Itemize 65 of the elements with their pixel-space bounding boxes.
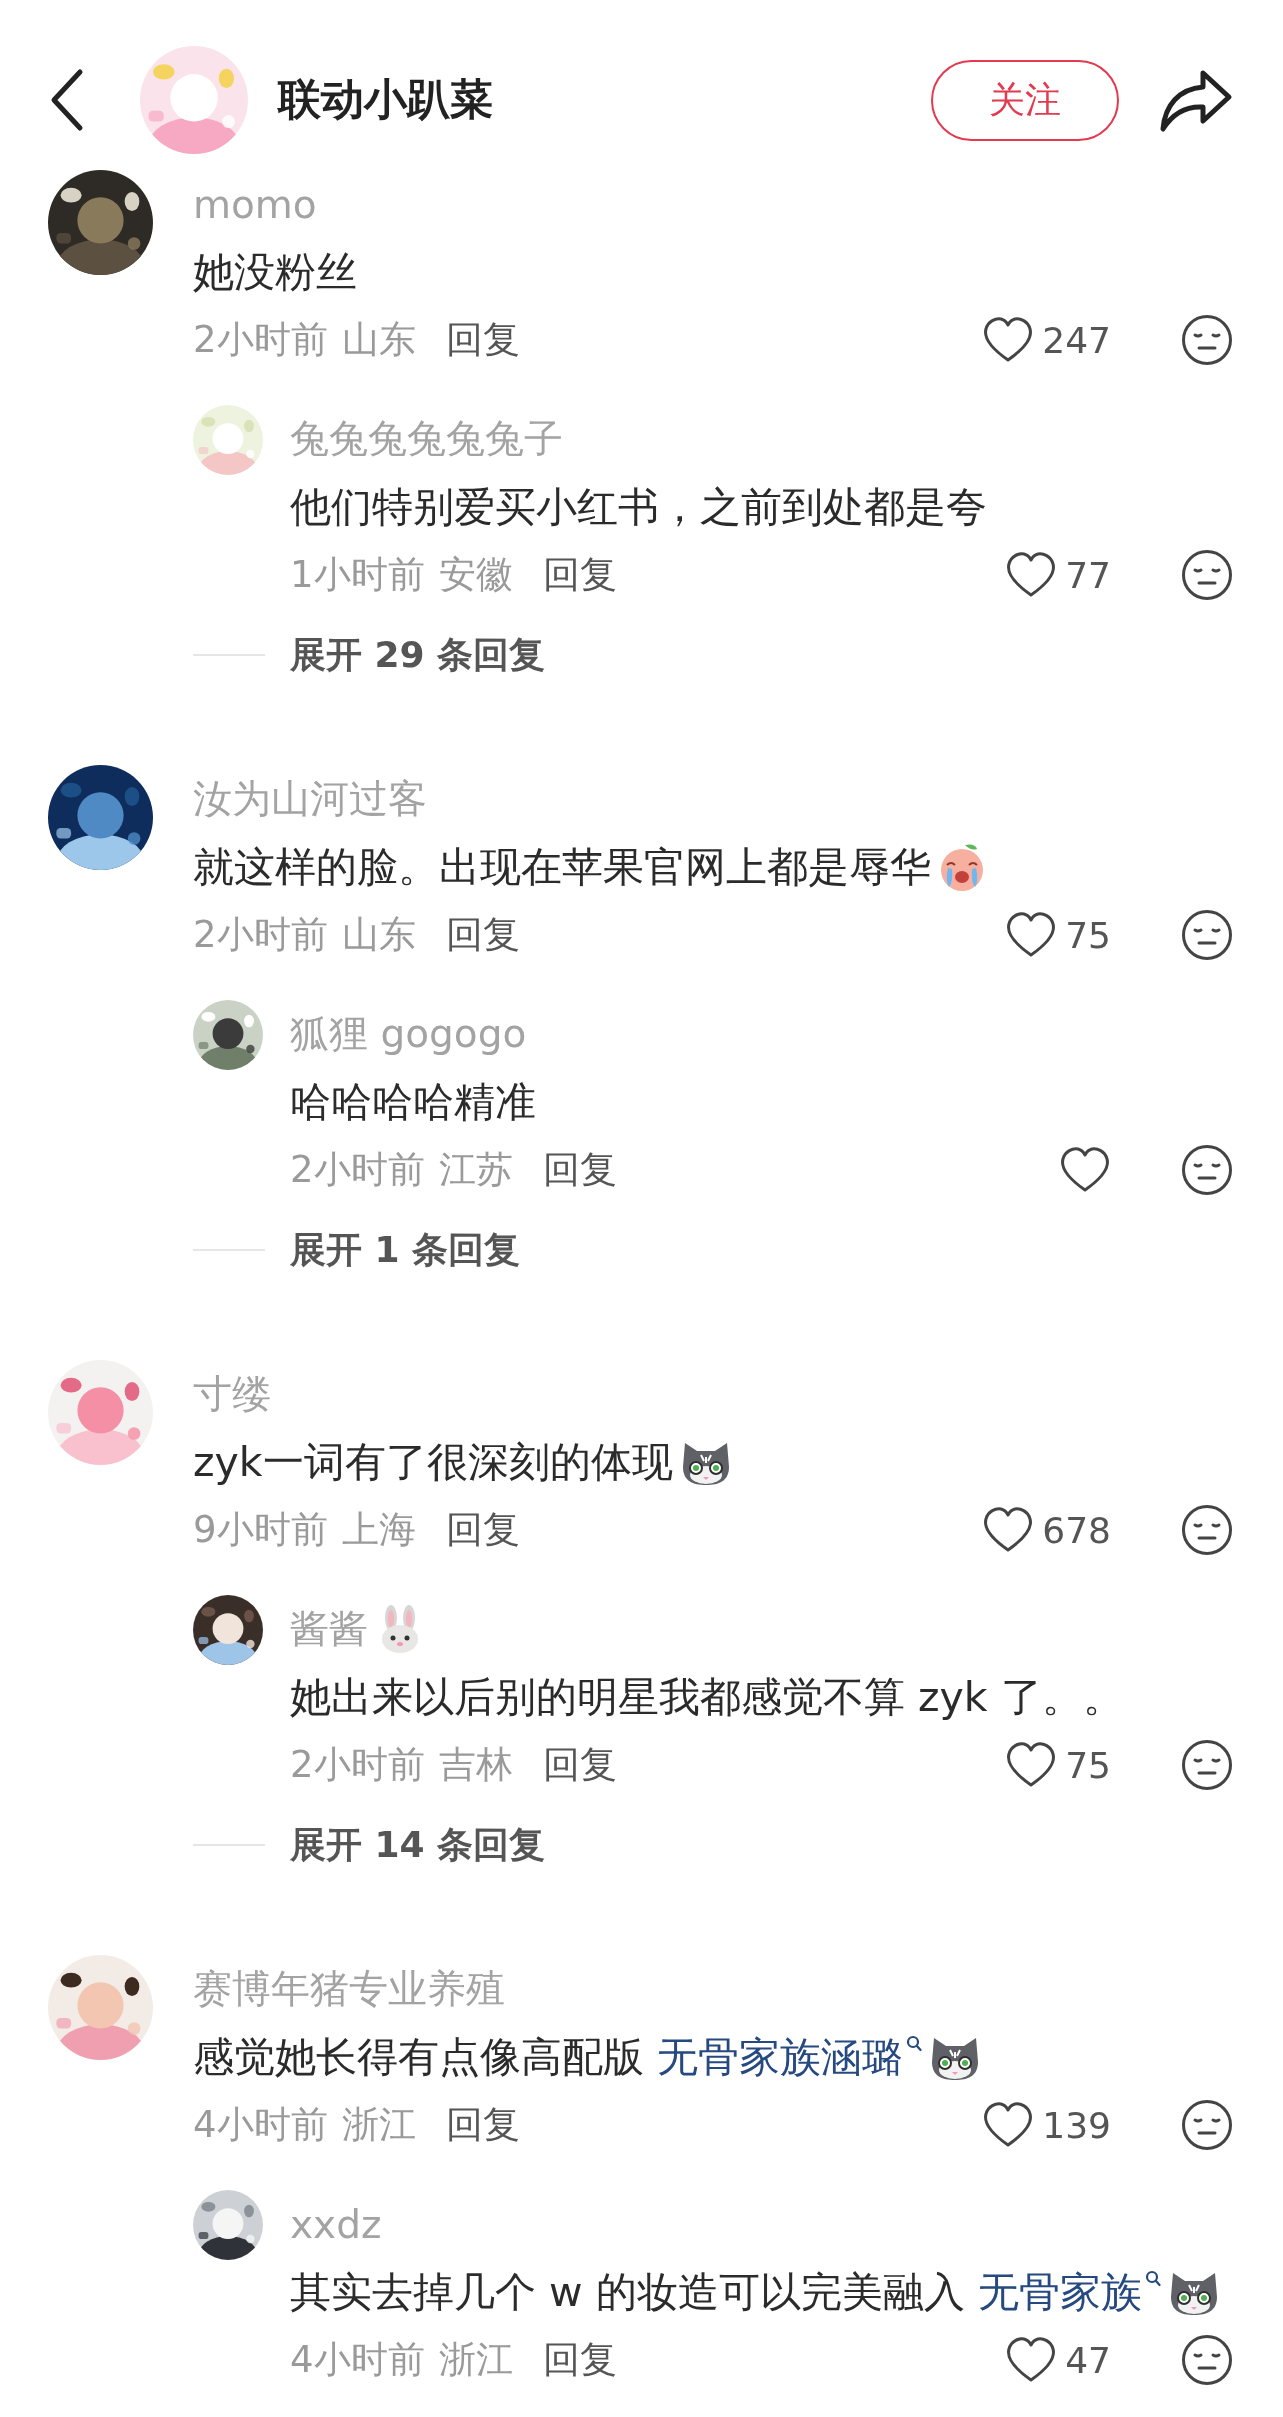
- comment-location: 浙江: [341, 2102, 416, 2148]
- topic-link[interactable]: 无骨家族涵璐: [657, 2023, 923, 2091]
- like-button[interactable]: 247: [982, 316, 1111, 364]
- dislike-icon[interactable]: [1181, 1144, 1233, 1196]
- reply-button[interactable]: 回复: [542, 2335, 617, 2385]
- heart-icon: [982, 1506, 1035, 1554]
- heart-icon: [982, 316, 1035, 364]
- comment-time: 2小时前: [290, 1147, 425, 1193]
- comment-text: 她没粉丝: [193, 247, 357, 298]
- like-button[interactable]: 77: [1005, 551, 1111, 599]
- like-button[interactable]: 75: [1005, 1741, 1111, 1789]
- comment-location: 安徽: [438, 552, 513, 598]
- dislike-icon[interactable]: [1181, 1739, 1233, 1791]
- comment-time: 4小时前: [290, 2337, 425, 2383]
- comment-time: 1小时前: [290, 552, 425, 598]
- like-button[interactable]: 75: [1005, 911, 1111, 959]
- dislike-icon[interactable]: [1181, 314, 1233, 366]
- dislike-icon[interactable]: [1181, 549, 1233, 601]
- topic-link[interactable]: 无骨家族: [977, 2258, 1161, 2326]
- expand-replies-button[interactable]: 展开 14 条回复: [290, 1820, 546, 1870]
- expand-replies-button[interactable]: 展开 29 条回复: [290, 630, 546, 680]
- reply-button[interactable]: 回复: [542, 1740, 617, 1790]
- reply-button[interactable]: 回复: [445, 910, 520, 960]
- comment-text: 她出来以后别的明星我都感觉不算 zyk 了。。: [290, 1672, 1124, 1723]
- like-button[interactable]: 678: [982, 1506, 1111, 1554]
- comment-text: zyk一词有了很深刻的体现: [193, 1437, 673, 1488]
- heart-icon: [1005, 2336, 1058, 2384]
- heart-icon: [1005, 911, 1058, 959]
- comment-time: 4小时前: [193, 2102, 328, 2148]
- reply-button[interactable]: 回复: [445, 2100, 520, 2150]
- heart-icon: [1005, 1741, 1058, 1789]
- comment-location: 山东: [341, 317, 416, 363]
- dislike-icon[interactable]: [1181, 1504, 1233, 1556]
- heart-icon: [1059, 1146, 1111, 1194]
- reply-button[interactable]: 回复: [542, 1145, 617, 1195]
- follow-button[interactable]: 关注: [931, 59, 1119, 141]
- search-icon: [906, 2035, 923, 2053]
- comment-time: 2小时前: [290, 1742, 425, 1788]
- like-button[interactable]: 139: [982, 2101, 1111, 2149]
- reply-button[interactable]: 回复: [445, 1505, 520, 1555]
- dislike-icon[interactable]: [1181, 2099, 1233, 2151]
- comment-text: 他们特别爱买小红书，之前到处都是夸: [290, 482, 987, 533]
- dislike-icon[interactable]: [1181, 2334, 1233, 2386]
- reply-button[interactable]: 回复: [445, 315, 520, 365]
- comment-text: 就这样的脸。出现在苹果官网上都是辱华: [193, 842, 931, 893]
- comment-location: 浙江: [438, 2337, 513, 2383]
- comment-location: 山东: [341, 912, 416, 958]
- expand-replies-button[interactable]: 展开 1 条回复: [290, 1225, 521, 1275]
- comment-location: 江苏: [438, 1147, 513, 1193]
- dislike-icon[interactable]: [1181, 909, 1233, 961]
- search-icon: [1144, 2270, 1161, 2288]
- like-button[interactable]: 47: [1005, 2336, 1111, 2384]
- reply-button[interactable]: 回复: [542, 550, 617, 600]
- comment-text: 感觉她长得有点像高配版: [193, 2032, 645, 2083]
- comment-time: 9小时前: [193, 1507, 328, 1553]
- comment-time: 2小时前: [193, 912, 328, 958]
- comment-text: 其实去掉几个 w 的妆造可以完美融入: [290, 2267, 966, 2318]
- comment-location: 吉林: [438, 1742, 513, 1788]
- like-button[interactable]: [1059, 1146, 1111, 1194]
- heart-icon: [1005, 551, 1058, 599]
- heart-icon: [982, 2101, 1035, 2149]
- comment-time: 2小时前: [193, 317, 328, 363]
- comment-location: 上海: [341, 1507, 416, 1553]
- account-name: 联动小趴菜: [278, 73, 493, 126]
- comment-text: 哈哈哈哈精准: [290, 1077, 536, 1128]
